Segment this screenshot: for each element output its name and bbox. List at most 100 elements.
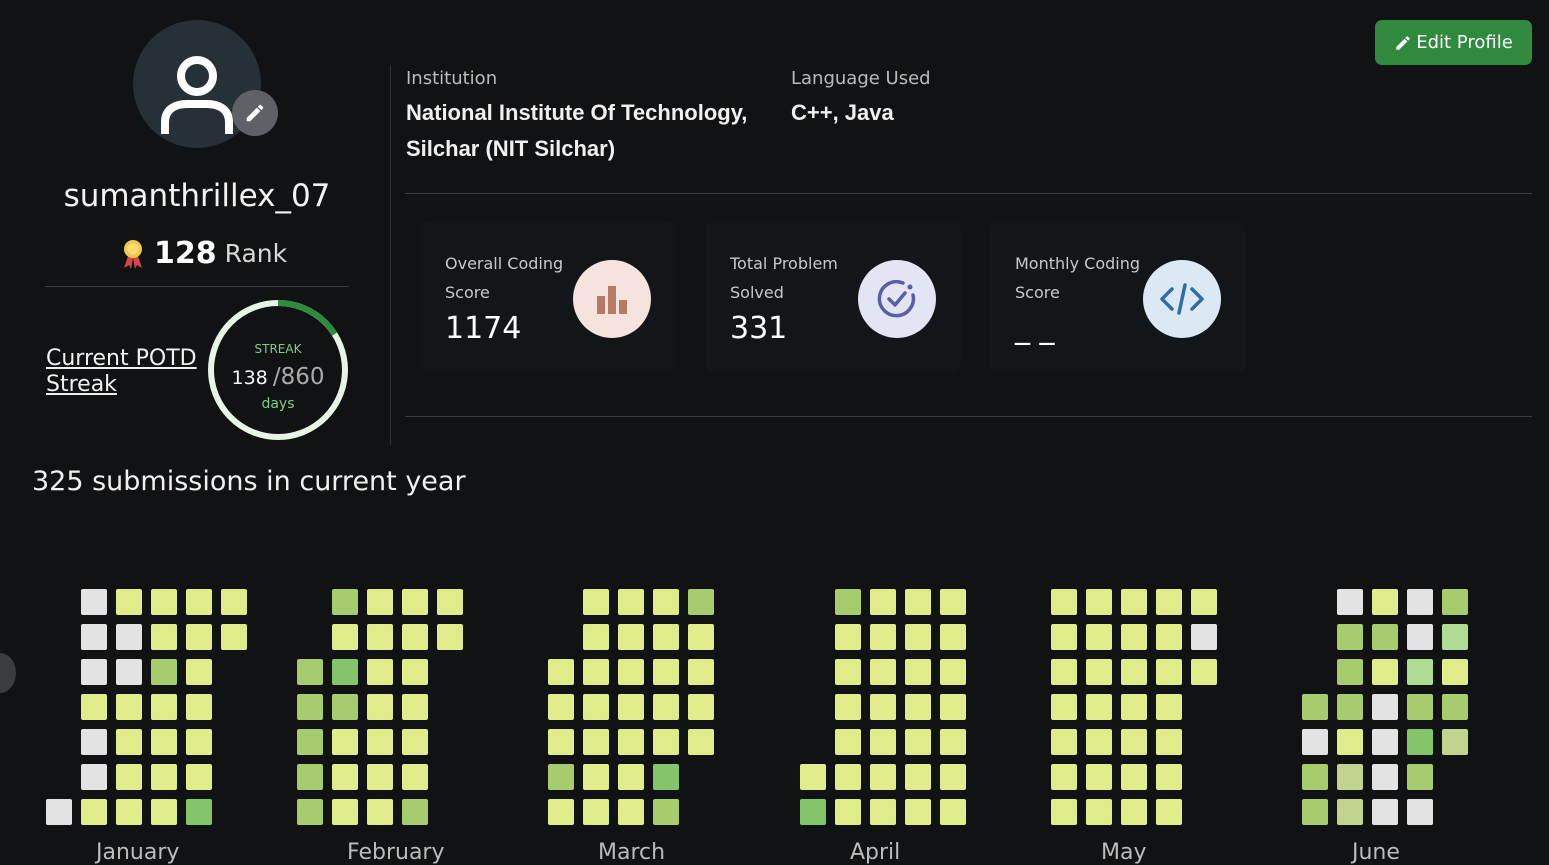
heatmap-cell[interactable]	[1372, 624, 1398, 650]
heatmap-cell[interactable]	[1051, 764, 1077, 790]
heatmap-cell[interactable]	[367, 729, 393, 755]
heatmap-cell[interactable]	[688, 589, 714, 615]
heatmap-cell[interactable]	[1442, 589, 1468, 615]
heatmap-cell[interactable]	[1372, 659, 1398, 685]
heatmap-cell[interactable]	[905, 659, 931, 685]
heatmap-cell[interactable]	[940, 799, 966, 825]
heatmap-cell[interactable]	[151, 624, 177, 650]
heatmap-cell[interactable]	[332, 799, 358, 825]
heatmap-cell[interactable]	[1086, 624, 1112, 650]
heatmap-cell[interactable]	[297, 729, 323, 755]
heatmap-cell[interactable]	[1372, 589, 1398, 615]
heatmap-cell[interactable]	[905, 694, 931, 720]
heatmap-cell[interactable]	[151, 764, 177, 790]
heatmap-cell[interactable]	[151, 589, 177, 615]
heatmap-cell[interactable]	[618, 624, 644, 650]
heatmap-cell[interactable]	[1372, 799, 1398, 825]
heatmap-cell[interactable]	[332, 694, 358, 720]
heatmap-cell[interactable]	[186, 729, 212, 755]
heatmap-cell[interactable]	[1156, 729, 1182, 755]
heatmap-cell[interactable]	[186, 694, 212, 720]
heatmap-cell[interactable]	[870, 659, 896, 685]
heatmap-cell[interactable]	[81, 624, 107, 650]
heatmap-cell[interactable]	[548, 764, 574, 790]
heatmap-cell[interactable]	[618, 694, 644, 720]
heatmap-cell[interactable]	[618, 589, 644, 615]
heatmap-cell[interactable]	[1191, 659, 1217, 685]
heatmap-cell[interactable]	[1086, 799, 1112, 825]
heatmap-cell[interactable]	[583, 659, 609, 685]
heatmap-cell[interactable]	[186, 659, 212, 685]
heatmap-cell[interactable]	[583, 624, 609, 650]
heatmap-cell[interactable]	[940, 694, 966, 720]
heatmap-cell[interactable]	[835, 659, 861, 685]
heatmap-cell[interactable]	[402, 694, 428, 720]
heatmap-cell[interactable]	[800, 799, 826, 825]
heatmap-cell[interactable]	[116, 589, 142, 615]
heatmap-cell[interactable]	[1302, 799, 1328, 825]
heatmap-cell[interactable]	[1337, 729, 1363, 755]
heatmap-cell[interactable]	[1302, 764, 1328, 790]
heatmap-cell[interactable]	[1156, 799, 1182, 825]
heatmap-cell[interactable]	[1086, 659, 1112, 685]
heatmap-cell[interactable]	[46, 799, 72, 825]
heatmap-cell[interactable]	[1156, 764, 1182, 790]
heatmap-cell[interactable]	[116, 659, 142, 685]
heatmap-cell[interactable]	[367, 659, 393, 685]
heatmap-cell[interactable]	[151, 659, 177, 685]
heatmap-cell[interactable]	[905, 729, 931, 755]
heatmap-cell[interactable]	[1337, 624, 1363, 650]
heatmap-cell[interactable]	[688, 659, 714, 685]
heatmap-cell[interactable]	[1372, 729, 1398, 755]
heatmap-cell[interactable]	[116, 729, 142, 755]
heatmap-cell[interactable]	[1442, 624, 1468, 650]
heatmap-cell[interactable]	[835, 624, 861, 650]
heatmap-cell[interactable]	[402, 589, 428, 615]
heatmap-cell[interactable]	[332, 659, 358, 685]
heatmap-cell[interactable]	[1121, 799, 1147, 825]
heatmap-cell[interactable]	[583, 799, 609, 825]
heatmap-cell[interactable]	[905, 624, 931, 650]
heatmap-cell[interactable]	[618, 729, 644, 755]
heatmap-cell[interactable]	[618, 764, 644, 790]
heatmap-cell[interactable]	[583, 694, 609, 720]
heatmap-cell[interactable]	[1156, 659, 1182, 685]
heatmap-cell[interactable]	[870, 624, 896, 650]
heatmap-cell[interactable]	[940, 764, 966, 790]
heatmap-cell[interactable]	[835, 799, 861, 825]
heatmap-cell[interactable]	[583, 729, 609, 755]
heatmap-cell[interactable]	[1337, 589, 1363, 615]
heatmap-cell[interactable]	[297, 764, 323, 790]
heatmap-cell[interactable]	[1121, 624, 1147, 650]
heatmap-cell[interactable]	[116, 694, 142, 720]
heatmap-cell[interactable]	[1407, 589, 1433, 615]
heatmap-cell[interactable]	[583, 589, 609, 615]
heatmap-cell[interactable]	[618, 799, 644, 825]
heatmap-cell[interactable]	[186, 799, 212, 825]
heatmap-cell[interactable]	[688, 729, 714, 755]
heatmap-cell[interactable]	[332, 764, 358, 790]
heatmap-cell[interactable]	[1442, 659, 1468, 685]
heatmap-cell[interactable]	[1156, 589, 1182, 615]
heatmap-cell[interactable]	[332, 729, 358, 755]
heatmap-cell[interactable]	[186, 764, 212, 790]
heatmap-cell[interactable]	[367, 764, 393, 790]
heatmap-cell[interactable]	[1121, 694, 1147, 720]
heatmap-cell[interactable]	[940, 589, 966, 615]
heatmap-cell[interactable]	[367, 624, 393, 650]
heatmap-cell[interactable]	[653, 624, 679, 650]
heatmap-cell[interactable]	[367, 694, 393, 720]
heatmap-cell[interactable]	[653, 764, 679, 790]
heatmap-cell[interactable]	[653, 729, 679, 755]
heatmap-cell[interactable]	[437, 624, 463, 650]
heatmap-cell[interactable]	[367, 589, 393, 615]
heatmap-cell[interactable]	[402, 729, 428, 755]
heatmap-cell[interactable]	[870, 799, 896, 825]
heatmap-cell[interactable]	[81, 729, 107, 755]
heatmap-cell[interactable]	[151, 799, 177, 825]
heatmap-cell[interactable]	[653, 589, 679, 615]
heatmap-cell[interactable]	[1086, 729, 1112, 755]
heatmap-cell[interactable]	[1121, 729, 1147, 755]
heatmap-cell[interactable]	[186, 624, 212, 650]
heatmap-cell[interactable]	[940, 659, 966, 685]
